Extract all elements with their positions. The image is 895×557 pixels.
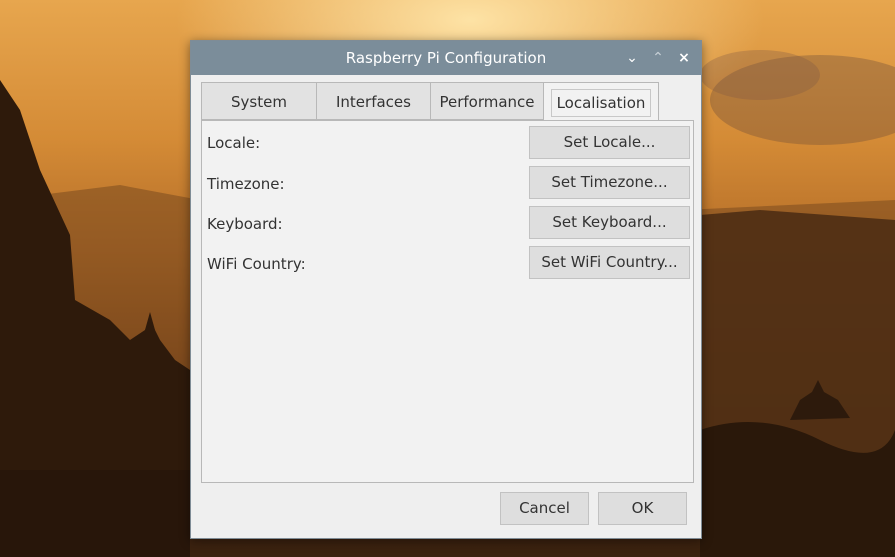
timezone-label: Timezone:	[207, 175, 285, 193]
maximize-icon[interactable]: ⌃	[648, 48, 668, 68]
tab-localisation[interactable]: Localisation	[543, 82, 659, 122]
keyboard-label: Keyboard:	[207, 215, 283, 233]
minimize-icon[interactable]: ⌄	[622, 48, 642, 68]
ok-button[interactable]: OK	[598, 492, 687, 525]
set-wifi-country-button[interactable]: Set WiFi Country...	[529, 246, 690, 279]
set-locale-button[interactable]: Set Locale...	[529, 126, 690, 159]
cancel-button[interactable]: Cancel	[500, 492, 589, 525]
set-keyboard-button[interactable]: Set Keyboard...	[529, 206, 690, 239]
desktop: Raspberry Pi Configuration ⌄ ⌃ × System …	[0, 0, 895, 557]
titlebar: Raspberry Pi Configuration ⌄ ⌃ ×	[191, 41, 701, 75]
wifi-country-label: WiFi Country:	[207, 255, 306, 273]
tab-interfaces[interactable]: Interfaces	[316, 82, 431, 120]
config-dialog: Raspberry Pi Configuration ⌄ ⌃ × System …	[190, 40, 702, 539]
tab-system[interactable]: System	[201, 82, 317, 120]
locale-label: Locale:	[207, 134, 261, 152]
close-icon[interactable]: ×	[674, 48, 694, 68]
tab-performance[interactable]: Performance	[430, 82, 544, 120]
localisation-panel: Locale: Set Locale... Timezone: Set Time…	[201, 120, 694, 483]
tab-localisation-label: Localisation	[550, 89, 652, 117]
set-timezone-button[interactable]: Set Timezone...	[529, 166, 690, 199]
